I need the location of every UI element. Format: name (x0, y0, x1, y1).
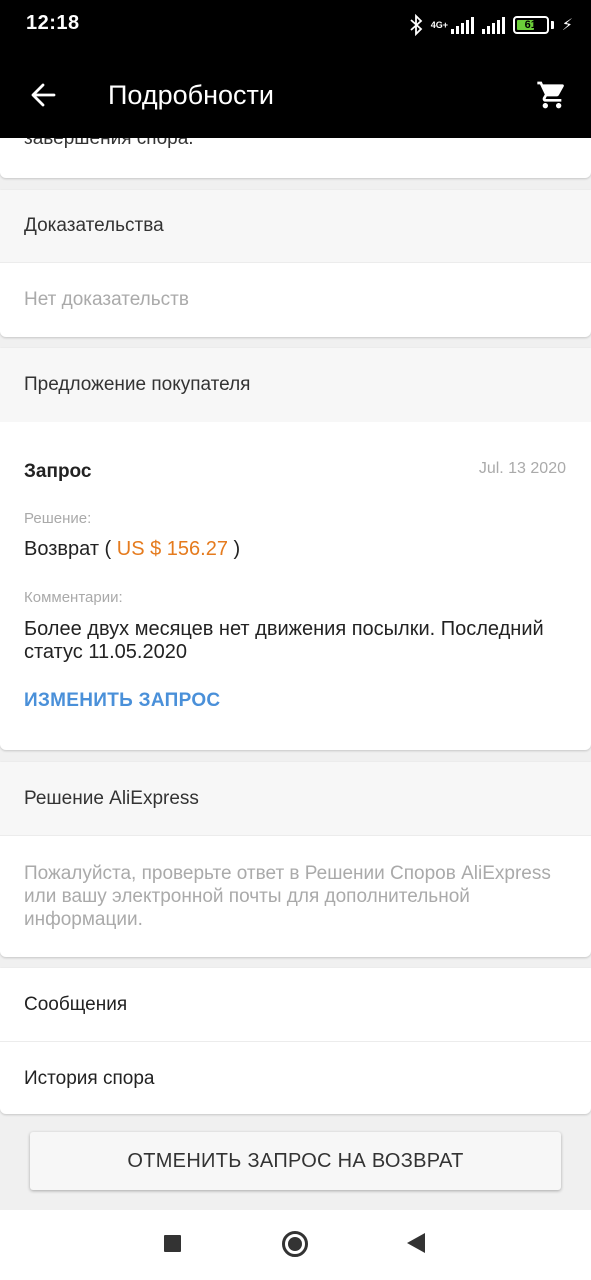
links-card: Сообщения История спора (0, 968, 591, 1114)
shopping-cart-icon (537, 81, 564, 109)
network-type-label: 4G+ (430, 19, 449, 30)
back-button[interactable] (22, 74, 64, 116)
evidence-card: Доказательства Нет доказательств (0, 190, 591, 337)
page-title: Подробности (108, 80, 274, 110)
back-icon[interactable] (407, 1233, 425, 1253)
dispute-info-card: завершения спора. (0, 138, 591, 178)
battery-tip (550, 21, 554, 29)
cancel-refund-button[interactable]: ОТМЕНИТЬ ЗАПРОС НА ВОЗВРАТ (30, 1132, 561, 1190)
home-icon[interactable] (282, 1231, 308, 1257)
signal-icon (481, 16, 505, 34)
decision-label: Решение: (24, 510, 92, 527)
decision-prefix: Возврат ( (24, 538, 117, 560)
cut-off-text: завершения спора. (24, 138, 194, 149)
change-request-link[interactable]: ИЗМЕНИТЬ ЗАПРОС (24, 690, 220, 712)
comments-label: Комментарии: (24, 589, 123, 606)
refund-amount: US $ 156.27 (116, 538, 228, 560)
battery-level: 61 (524, 19, 537, 31)
cart-button[interactable] (531, 74, 573, 116)
request-title: Запрос (24, 461, 92, 482)
evidence-header: Доказательства (0, 190, 591, 262)
app-bar: Подробности (0, 52, 591, 138)
arrow-back-icon (31, 83, 56, 107)
aliexpress-decision-header: Решение AliExpress (0, 762, 591, 835)
battery-icon: 61 (512, 16, 549, 34)
charging-icon: ⚡ (561, 17, 573, 34)
dispute-history-row[interactable]: История спора (0, 1042, 591, 1115)
system-nav-bar (0, 1210, 591, 1280)
status-icons: 4G+ 61 ⚡ (409, 14, 573, 36)
request-date: Jul. 13 2020 (478, 460, 566, 477)
signal-icon (450, 16, 474, 34)
status-time: 12:18 (26, 12, 80, 34)
buyer-proposal-header: Предложение покупателя (0, 348, 591, 422)
messages-row[interactable]: Сообщения (0, 968, 591, 1041)
aliexpress-decision-card: Решение AliExpress Пожалуйста, проверьте… (0, 762, 591, 957)
content-scroll[interactable]: завершения спора. Доказательства Нет док… (0, 138, 591, 1210)
evidence-empty-text: Нет доказательств (24, 289, 189, 310)
comment-text: Более двух месяцев нет движения посылки.… (24, 618, 544, 663)
recent-apps-icon[interactable] (164, 1235, 181, 1252)
bluetooth-icon (410, 14, 423, 36)
status-bar: 12:18 4G+ 61 ⚡ (0, 0, 591, 52)
buyer-proposal-card: Предложение покупателя Запрос Jul. 13 20… (0, 348, 591, 750)
aliexpress-decision-text: Пожалуйста, проверьте ответ в Решении Сп… (24, 863, 551, 930)
decision-suffix: ) (227, 538, 241, 560)
decision-value: Возврат ( US $ 156.27 ) (24, 538, 240, 561)
